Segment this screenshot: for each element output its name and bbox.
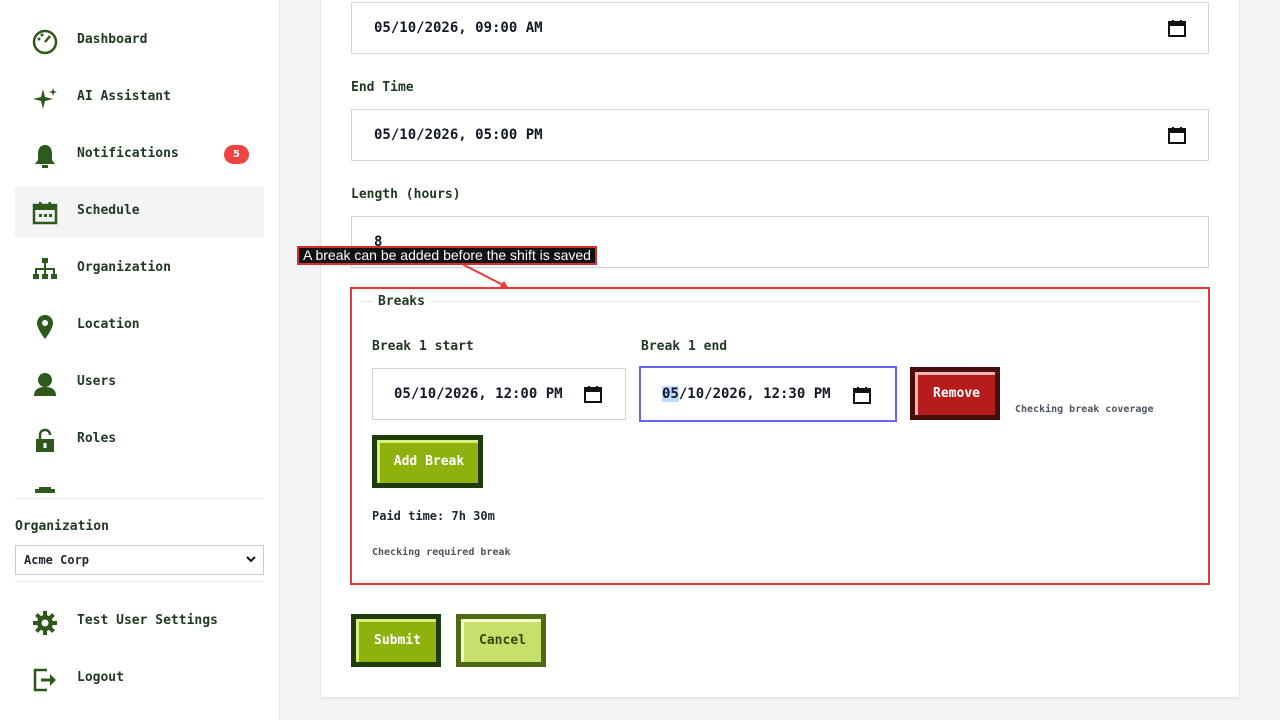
cancel-label: Cancel xyxy=(461,619,541,662)
sidebar-item-label: Notifications xyxy=(77,146,179,161)
bell-icon xyxy=(35,145,55,168)
sidebar-divider xyxy=(15,581,264,582)
start-time-input[interactable]: 05/10/2026, 09:00 AM xyxy=(351,2,1209,54)
sparkle-icon xyxy=(33,88,57,109)
calendar-picker-icon[interactable] xyxy=(853,386,871,404)
annotation-arrow-icon xyxy=(461,263,509,289)
logout-icon xyxy=(33,668,56,692)
chevron-down-icon xyxy=(246,556,256,563)
sidebar-item-label: Roles xyxy=(77,431,117,446)
sidebar-item-label: Logout xyxy=(77,670,124,685)
sidebar-item-notifications[interactable]: Notifications 5 xyxy=(15,129,264,181)
start-time-value: 05/10/2026, 09:00 AM xyxy=(374,20,543,36)
sidebar-item-users[interactable]: Users xyxy=(15,357,264,409)
org-chart-icon xyxy=(33,258,57,279)
calendar-picker-icon[interactable] xyxy=(584,385,602,403)
break-1-start-label: Break 1 start xyxy=(372,339,474,354)
lock-icon xyxy=(36,428,54,452)
paid-time-text: Paid time: 7h 30m xyxy=(372,509,495,523)
break-1-end-value: 05/10/2026, 12:30 PM xyxy=(662,386,831,402)
sidebar-item-logout[interactable]: Logout xyxy=(15,653,264,705)
break-1-start-input[interactable]: 05/10/2026, 12:00 PM xyxy=(372,368,626,420)
sidebar-item-label: Schedule xyxy=(77,203,140,218)
sidebar-item-roles[interactable]: Roles xyxy=(15,414,264,466)
map-pin-icon xyxy=(37,315,53,339)
calendar-picker-icon[interactable] xyxy=(1168,19,1186,37)
sidebar-item-label: Dashboard xyxy=(77,32,148,47)
organization-select[interactable]: Acme Corp xyxy=(15,545,264,575)
add-break-button[interactable]: Add Break xyxy=(372,435,483,488)
breaks-legend: Breaks xyxy=(373,294,430,309)
sidebar-item-dashboard[interactable]: Dashboard xyxy=(15,15,264,67)
end-time-input[interactable]: 05/10/2026, 05:00 PM xyxy=(351,109,1209,161)
cancel-button[interactable]: Cancel xyxy=(456,614,546,667)
sidebar: Dashboard AI Assistant Notifications 5 S… xyxy=(0,0,280,720)
remove-break-button[interactable]: Remove xyxy=(910,367,1000,420)
sidebar-item-label: Users xyxy=(77,374,117,389)
break-coverage-hint: Checking break coverage xyxy=(1015,404,1154,415)
sidebar-item-organization[interactable]: Organization xyxy=(15,243,264,295)
fieldset-divider xyxy=(362,301,1200,302)
sidebar-item-schedule[interactable]: Schedule xyxy=(15,186,264,238)
sidebar-item-location[interactable]: Location xyxy=(15,300,264,352)
end-time-value: 05/10/2026, 05:00 PM xyxy=(374,127,543,143)
annotation-tooltip: A break can be added before the shift is… xyxy=(297,246,597,265)
sidebar-item-label: Test User Settings xyxy=(77,613,218,628)
sidebar-item-ai-assistant[interactable]: AI Assistant xyxy=(15,72,264,124)
break-1-end-label: Break 1 end xyxy=(641,339,728,354)
sidebar-item-label: Location xyxy=(77,317,140,332)
calendar-picker-icon[interactable] xyxy=(1168,126,1186,144)
end-time-label: End Time xyxy=(351,80,414,95)
sidebar-divider xyxy=(15,498,264,499)
selected-segment: 05 xyxy=(662,386,679,402)
add-break-label: Add Break xyxy=(377,440,478,483)
organization-select-value: Acme Corp xyxy=(24,553,90,567)
break-1-end-value-rest: /10/2026, 12:30 PM xyxy=(678,386,831,402)
user-icon xyxy=(34,373,56,396)
sidebar-item-partial[interactable] xyxy=(15,471,264,495)
organization-label: Organization xyxy=(15,519,109,534)
required-break-hint: Checking required break xyxy=(372,547,511,558)
sidebar-item-label: AI Assistant xyxy=(77,89,171,104)
sidebar-item-settings[interactable]: Test User Settings xyxy=(15,596,264,648)
sidebar-item-label: Organization xyxy=(77,260,171,275)
notification-count-badge: 5 xyxy=(224,145,249,164)
break-1-start-value: 05/10/2026, 12:00 PM xyxy=(394,386,563,402)
length-label: Length (hours) xyxy=(351,187,461,202)
dashboard-icon xyxy=(32,29,58,55)
break-1-end-input[interactable]: 05/10/2026, 12:30 PM xyxy=(639,366,897,422)
partial-menu-icon xyxy=(35,487,55,493)
sidebar-nav: Dashboard AI Assistant Notifications 5 S… xyxy=(15,0,264,495)
gear-icon xyxy=(33,611,57,635)
calendar-icon xyxy=(32,202,58,225)
submit-button[interactable]: Submit xyxy=(351,614,441,667)
remove-break-label: Remove xyxy=(915,372,995,415)
submit-label: Submit xyxy=(356,619,436,662)
